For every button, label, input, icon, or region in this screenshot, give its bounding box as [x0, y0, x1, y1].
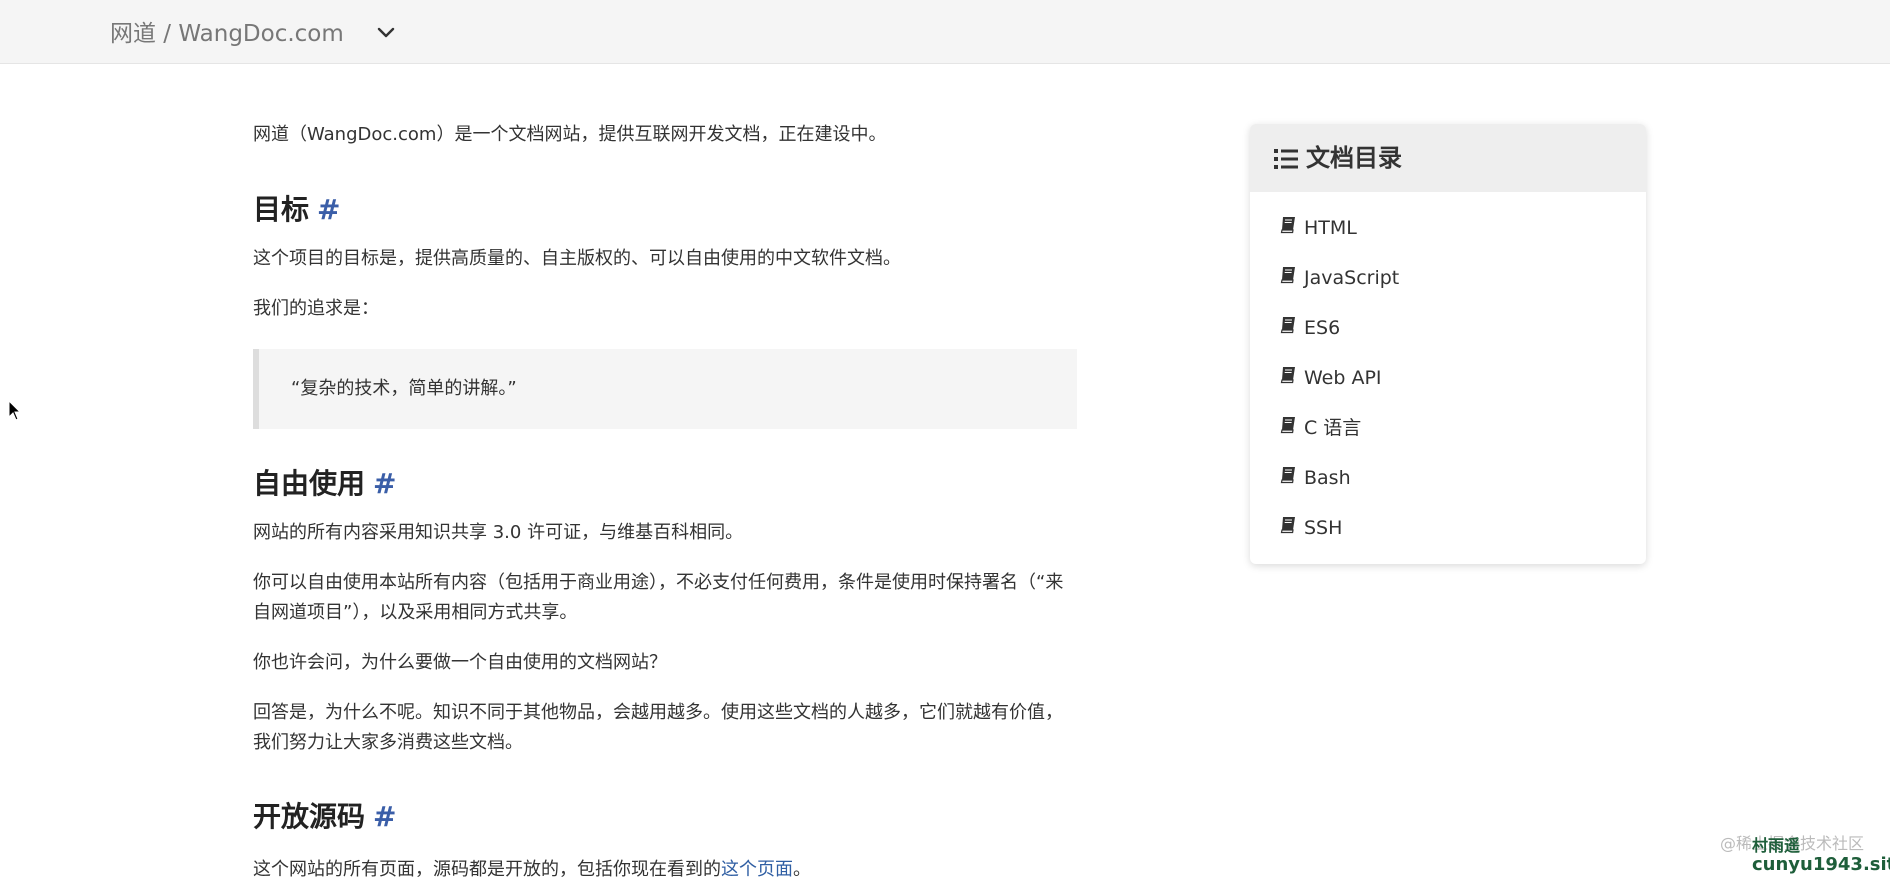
- book-icon: [1280, 317, 1295, 334]
- heading-anchor-link[interactable]: #: [373, 467, 396, 500]
- heading-text: 自由使用: [253, 467, 366, 500]
- heading-open-source: 开放源码 #: [253, 797, 396, 837]
- heading-text: 开放源码: [253, 800, 366, 833]
- quote-block: “复杂的技术，简单的讲解。”: [253, 349, 1077, 429]
- mouse-cursor-icon: [8, 400, 22, 421]
- open-source-paragraph: 这个网站的所有页面，源码都是开放的，包括你现在看到的这个页面。: [253, 855, 1077, 885]
- book-icon: [1280, 417, 1295, 434]
- book-icon: [1280, 467, 1295, 484]
- site-brand[interactable]: 网道 / WangDoc.com: [110, 19, 344, 49]
- toc-item-ssh[interactable]: SSH: [1280, 512, 1620, 548]
- question-paragraph: 你也许会问，为什么要做一个自由使用的文档网站？: [253, 652, 667, 673]
- heading-free-use: 自由使用 #: [253, 464, 396, 504]
- toc-item-web-api[interactable]: Web API: [1280, 362, 1620, 398]
- toc-item-label: C 语言: [1304, 417, 1362, 439]
- book-icon: [1280, 367, 1295, 384]
- paragraph-text: 这个网站的所有页面，源码都是开放的，包括你现在看到的: [253, 859, 721, 880]
- book-icon: [1280, 217, 1295, 234]
- heading-anchor-link[interactable]: #: [317, 193, 340, 226]
- license-paragraph: 网站的所有内容采用知识共享 3.0 许可证，与维基百科相同。: [253, 522, 744, 543]
- toc-item-html[interactable]: HTML: [1280, 212, 1620, 248]
- answer-paragraph: 回答是，为什么不呢。知识不同于其他物品，会越用越多。使用这些文档的人越多，它们就…: [253, 702, 1063, 753]
- top-bar: 网道 / WangDoc.com: [0, 0, 1890, 64]
- book-icon: [1280, 517, 1295, 534]
- goal-paragraph: 这个项目的目标是，提供高质量的、自主版权的、可以自由使用的中文软件文档。: [253, 248, 901, 269]
- toc-title: 文档目录: [1306, 144, 1402, 172]
- intro-paragraph: 网道（WangDoc.com）是一个文档网站，提供互联网开发文档，正在建设中。: [253, 124, 887, 145]
- pursuit-paragraph: 我们的追求是：: [253, 298, 379, 319]
- heading-text: 目标: [253, 193, 310, 226]
- this-page-link[interactable]: 这个页面: [721, 859, 793, 880]
- paragraph-text: 。: [793, 859, 811, 880]
- toc-item-label: Web API: [1304, 367, 1382, 389]
- list-icon: [1274, 149, 1298, 169]
- toc-item-label: ES6: [1304, 317, 1341, 339]
- toc-item-label: Bash: [1304, 467, 1351, 489]
- heading-anchor-link[interactable]: #: [373, 800, 396, 833]
- usage-paragraph: 你可以自由使用本站所有内容（包括用于商业用途），不必支付任何费用，条件是使用时保…: [253, 572, 1064, 623]
- toc-item-label: JavaScript: [1304, 267, 1400, 289]
- toc-item-label: HTML: [1304, 217, 1357, 239]
- watermark-site: cunyu1943.site: [1752, 854, 1890, 875]
- book-icon: [1280, 267, 1295, 284]
- chevron-down-icon[interactable]: [374, 20, 398, 44]
- toc-item-label: SSH: [1304, 517, 1343, 539]
- heading-goal: 目标 #: [253, 190, 340, 230]
- docs-toc-panel: 文档目录 HTML JavaScript ES6 Web API C 语言 Ba…: [1250, 124, 1646, 564]
- toc-item-javascript[interactable]: JavaScript: [1280, 262, 1620, 298]
- toc-item-c-language[interactable]: C 语言: [1280, 412, 1620, 448]
- watermark-author: 村雨遥: [1752, 836, 1801, 855]
- toc-header: 文档目录: [1250, 124, 1646, 192]
- toc-item-bash[interactable]: Bash: [1280, 462, 1620, 498]
- toc-item-es6[interactable]: ES6: [1280, 312, 1620, 348]
- quote-text: “复杂的技术，简单的讲解。”: [291, 378, 517, 399]
